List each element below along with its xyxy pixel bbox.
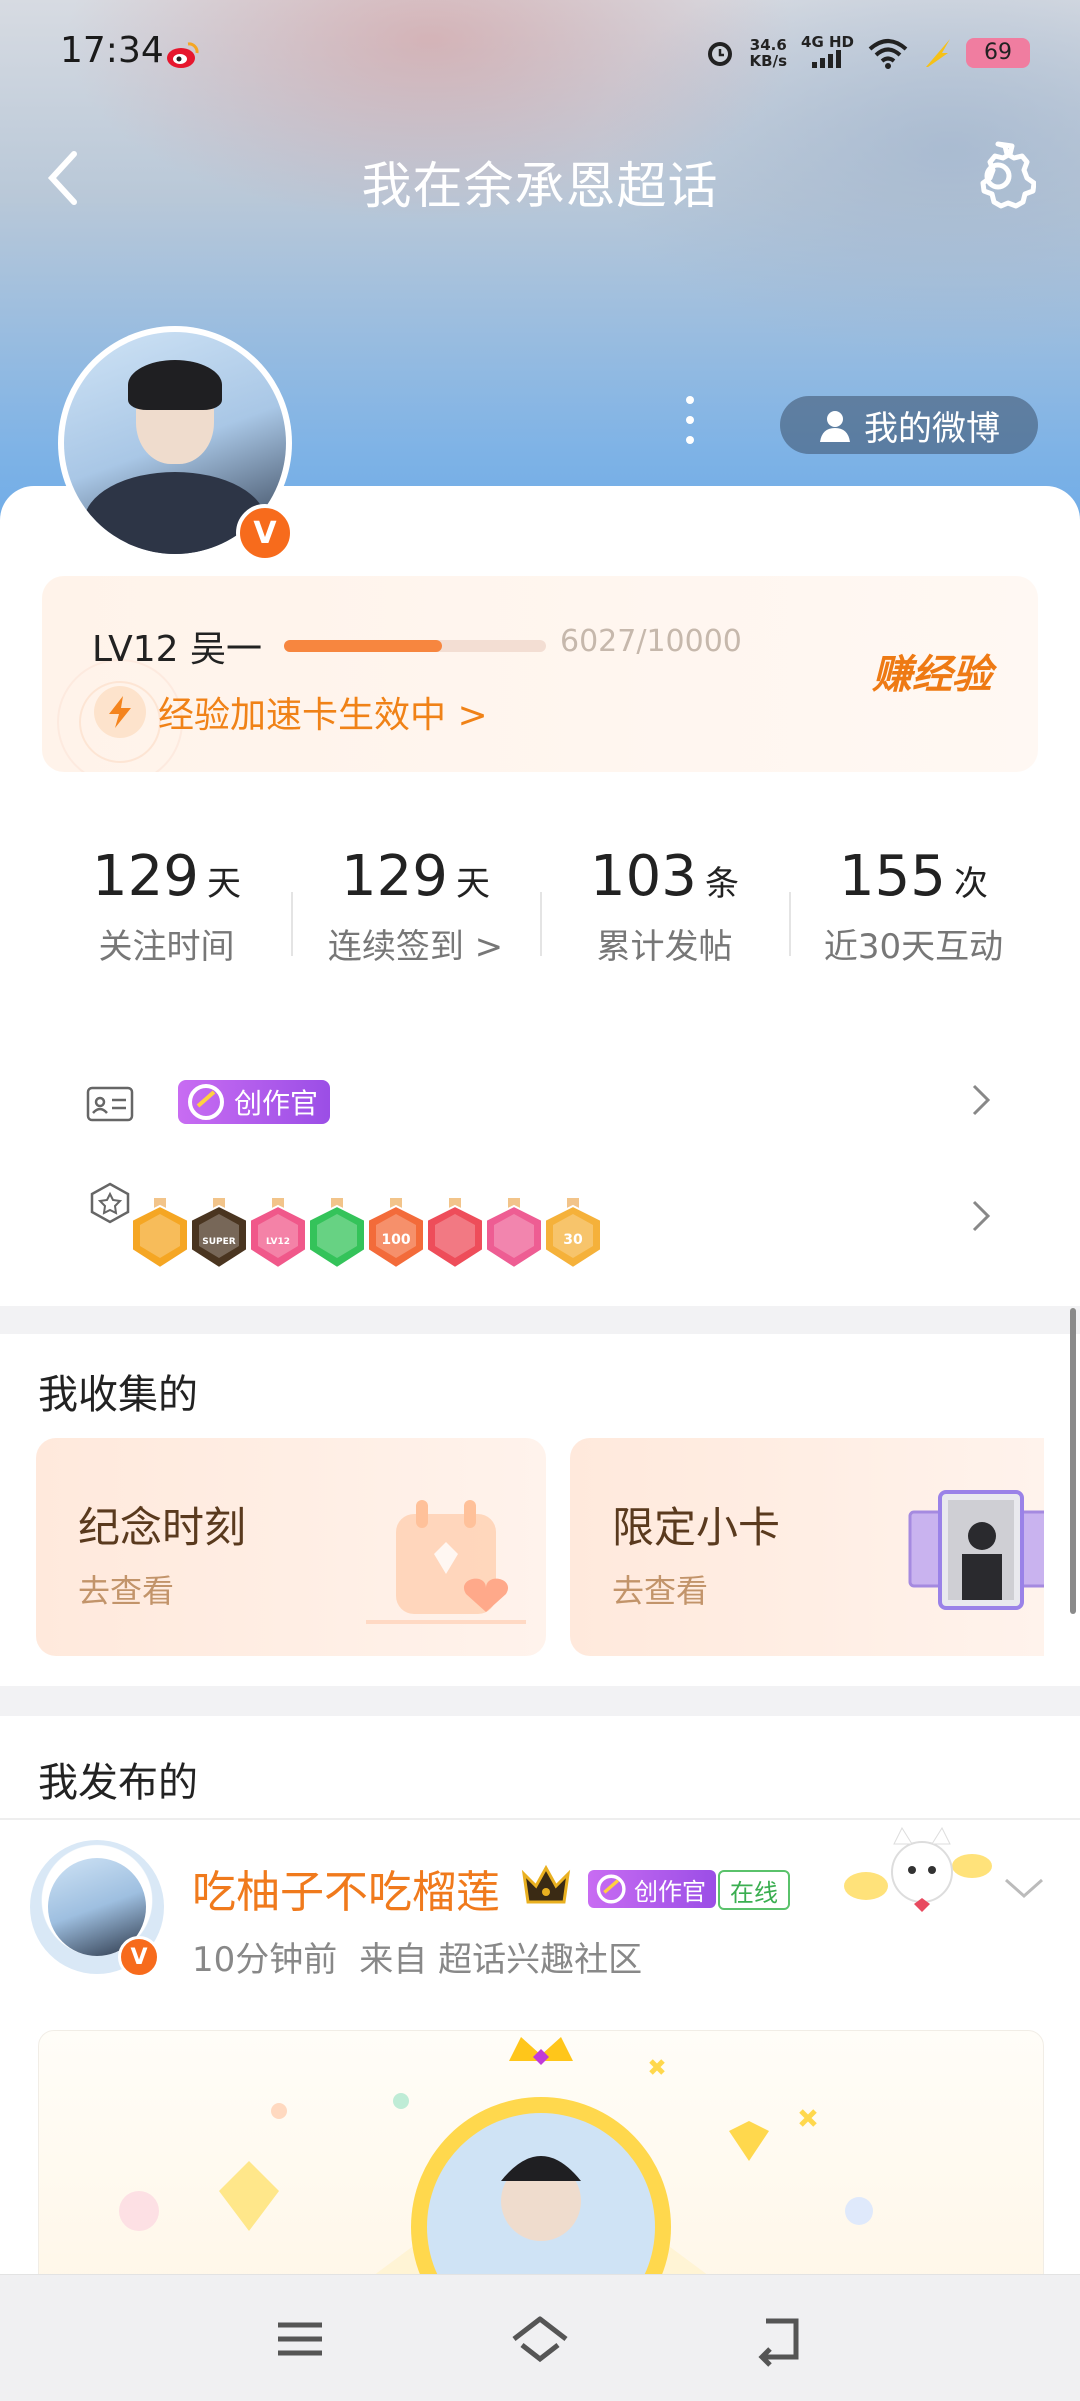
svg-text:LV12: LV12 [266,1237,290,1247]
svg-text:30: 30 [563,1232,583,1248]
calendar-heart-icon [366,1500,526,1624]
collected-title: 我收集的 [38,1372,198,1418]
cat-sticker-decoration [844,1826,992,1912]
menu-icon[interactable] [270,2311,330,2367]
creator-logo-icon [188,1084,224,1120]
boost-card-link[interactable]: 经验加速卡生效中 > [158,686,488,738]
creator-badge[interactable]: 创作官 [178,1080,331,1124]
photo-cards-image [908,1490,1044,1610]
scrollbar[interactable] [1070,1308,1076,1614]
level-label: LV12 吴一 [92,629,262,670]
stat-posts: 103 条 累计发帖 [590,844,739,967]
page-title: 我在余承恩超话 [361,157,719,215]
post-source: 来自 超话兴趣社区 [359,1940,643,1980]
post-time: 10分钟前 [192,1940,338,1980]
post-meta: 10分钟前 来自 超话兴趣社区 [192,1932,642,1981]
cap-medal [485,1198,543,1270]
settings-gear-icon[interactable] [960,138,1036,214]
top-bar: 我在余承恩超话 [0,130,1080,220]
verified-badge: V [236,504,294,562]
crown-medal [131,1198,189,1270]
stat-interactions: 155 次 近30天互动 [823,844,1004,967]
level-panel[interactable]: LV12 吴一 6027/10000 经验加速卡生效中 > 赚经验 [42,576,1038,772]
system-nav-bar [0,2274,1080,2401]
status-time: 17:34 [60,30,164,71]
creator-logo-icon [596,1874,626,1904]
crown-icon [521,1864,571,1904]
100-days-medal: 100 [367,1198,425,1270]
stats-panel: 129 天 关注时间 129 天 连续签到 > 103 条 累计发帖 155 次 近30… [42,802,1038,1002]
limited-card-link[interactable]: 去查看 [612,1566,708,1612]
earn-exp-button[interactable]: 赚经验 [872,642,992,700]
medal-icon [90,1182,130,1224]
lv12-medal: LV12 [249,1198,307,1270]
lightning-icon [94,686,146,738]
weibo-notification-icon [167,42,199,68]
stat-follow-time: 129 天 关注时间 [92,844,241,967]
chevron-down-icon[interactable] [1002,1874,1046,1902]
alarm-icon [707,41,732,66]
level-progress-text: 6027/10000 [560,624,742,659]
hand-medal [308,1198,366,1270]
user-icon [820,411,850,442]
post-creator-badge: 创作官 [588,1870,716,1908]
svg-text:SUPER: SUPER [202,1237,236,1247]
my-weibo-button[interactable]: 我的微博 [780,396,1038,454]
profile-card: LV12 吴一 6027/10000 经验加速卡生效中 > 赚经验 129 天 关… [0,486,1080,1306]
my-weibo-label: 我的微博 [864,408,1000,449]
post-author-name[interactable]: 吃柚子不吃榴莲 [192,1856,500,1920]
svg-text:100: 100 [381,1232,410,1248]
post-creator-label: 创作官 [634,1877,706,1906]
limited-card-title: 限定小卡 [612,1503,781,1552]
divider [0,1818,1080,1820]
level-progress-bar [284,640,546,652]
online-badge: 在线 [718,1870,790,1910]
network-speed: 34.6 KB/s [749,35,788,70]
wifi-icon [868,38,908,69]
30-days-medal: 30 [544,1198,602,1270]
battery-indicator: 69 [966,37,1030,68]
creator-label: 创作官 [234,1087,319,1120]
super-medal: SUPER [190,1198,248,1270]
back-nav-icon[interactable] [752,2311,812,2367]
chevron-right-icon[interactable] [970,1198,992,1234]
level-progress-fill [284,640,442,652]
moments-link[interactable]: 去查看 [78,1566,174,1612]
badges-panel: 创作官 SUPER LV12 100 30 [42,1034,1038,1278]
limited-card-card[interactable]: 限定小卡 去查看 [570,1438,1044,1656]
chevron-right-icon[interactable] [970,1082,992,1118]
published-title: 我发布的 [38,1760,198,1806]
moments-card[interactable]: 纪念时刻 去查看 [36,1438,546,1656]
post-verified-badge: V [118,1936,160,1978]
collected-section: 我收集的 纪念时刻 去查看 限定小卡 去查看 [0,1334,1080,1686]
home-icon[interactable] [510,2311,570,2367]
signal-icon [811,50,841,68]
status-bar: 17:34 34.6 KB/s 4G HD 69 [0,0,1080,110]
network-type: 4G HD [801,34,854,71]
more-options-icon[interactable] [680,392,700,448]
trophy-medal [426,1198,484,1270]
moments-title: 纪念时刻 [78,1503,247,1552]
stat-checkin[interactable]: 129 天 连续签到 > [291,844,540,968]
charging-icon [926,38,950,67]
id-card-icon [86,1086,134,1122]
